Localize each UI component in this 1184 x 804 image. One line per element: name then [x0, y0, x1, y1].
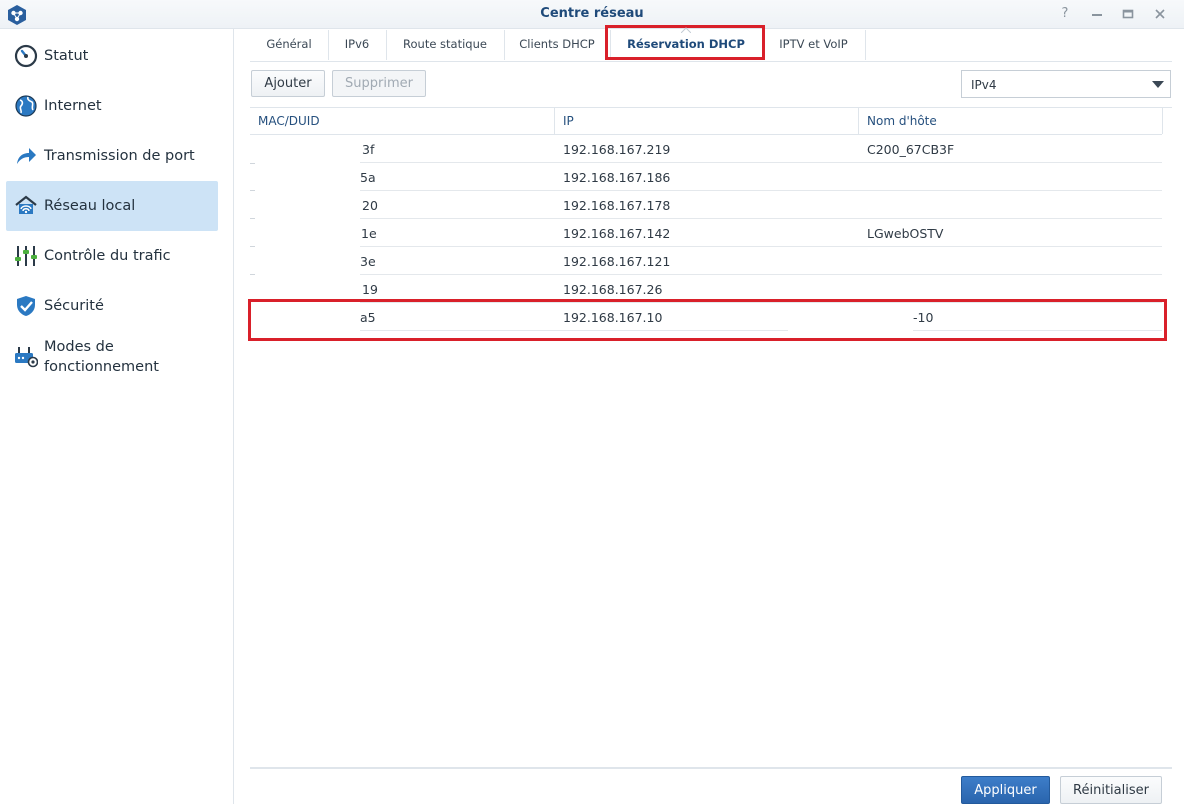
sidebar-item-label: Statut — [44, 48, 89, 64]
router-gear-icon — [15, 347, 38, 368]
sidebar-item-label: Transmission de port — [44, 148, 195, 164]
ip-version-select[interactable]: IPv4 — [961, 70, 1171, 98]
help-icon: ? — [1061, 6, 1069, 21]
window-title: Centre réseau — [540, 6, 644, 21]
cell-mac: 5a — [360, 170, 376, 185]
share-arrow-icon — [17, 148, 36, 164]
cell-ip: 192.168.167.186 — [563, 170, 671, 185]
tab-ipv6[interactable]: IPv6 — [328, 30, 387, 60]
reset-button[interactable]: Réinitialiser — [1060, 776, 1162, 804]
cell-hostname: C200_67CB3F — [867, 142, 955, 157]
tab-general[interactable]: Général — [250, 30, 329, 60]
sidebar-item-reseau-local[interactable]: Réseau local — [6, 181, 218, 231]
sidebar-item-modes-de-fonctionnement[interactable]: Modes de fonctionnement — [6, 331, 218, 387]
minimize-icon — [1092, 14, 1102, 16]
sidebar-item-label: Contrôle du trafic — [44, 248, 171, 264]
cell-ip: 192.168.167.178 — [563, 198, 671, 213]
cell-ip: 192.168.167.219 — [563, 142, 671, 157]
cell-ip: 192.168.167.26 — [563, 282, 663, 297]
tab-iptv-et-voip[interactable]: IPTV et VoIP — [762, 30, 866, 60]
sidebar-item-controle-du-trafic[interactable]: Contrôle du trafic — [6, 231, 218, 281]
sidebar-item-label: Réseau local — [44, 198, 136, 214]
help-button[interactable]: ? — [1054, 4, 1076, 24]
sidebar-item-statut[interactable]: Statut — [6, 31, 218, 81]
cell-ip: 192.168.167.142 — [563, 226, 671, 241]
shield-icon — [17, 296, 35, 316]
column-header-ip[interactable]: IP — [555, 108, 859, 134]
table-row[interactable]: 5a 192.168.167.186 — [250, 163, 1162, 191]
table-row[interactable]: 3e 192.168.167.121 — [250, 247, 1162, 275]
tab-route-statique[interactable]: Route statique — [386, 30, 505, 60]
column-header-mac[interactable]: MAC/DUID — [250, 108, 555, 134]
tab-pointer-icon — [681, 27, 691, 33]
table-row[interactable]: 20 192.168.167.178 — [250, 191, 1162, 219]
table-row[interactable]: 1e 192.168.167.142 LGwebOSTV — [250, 219, 1162, 247]
cell-mac: 3e — [360, 254, 376, 269]
cell-mac: 3f — [362, 142, 375, 157]
highlighted-row-outline — [248, 299, 1167, 341]
ip-version-value: IPv4 — [971, 78, 997, 92]
globe-icon — [15, 95, 37, 117]
sidebar: Statut Internet Transmission de port Rés… — [0, 29, 234, 804]
cell-hostname: LGwebOSTV — [867, 226, 944, 241]
sidebar-item-transmission-de-port[interactable]: Transmission de port — [6, 131, 218, 181]
cell-mac: 20 — [362, 198, 378, 213]
minimize-button[interactable] — [1086, 4, 1108, 24]
add-button[interactable]: Ajouter — [251, 70, 325, 97]
sidebar-item-label: Internet — [44, 98, 102, 114]
home-network-icon — [15, 195, 37, 214]
chevron-down-icon — [1152, 81, 1164, 88]
table-row[interactable]: 3f 192.168.167.219 C200_67CB3F — [250, 135, 1162, 164]
close-button[interactable] — [1149, 4, 1171, 24]
tab-clients-dhcp[interactable]: Clients DHCP — [504, 30, 611, 60]
cell-mac: 19 — [362, 282, 378, 297]
active-tab-highlight — [605, 25, 765, 60]
sliders-icon — [15, 246, 37, 266]
title-bar: Centre réseau ? — [0, 0, 1184, 29]
sidebar-item-internet[interactable]: Internet — [6, 81, 218, 131]
close-icon — [1155, 9, 1165, 19]
cell-mac: 1e — [361, 226, 377, 241]
apply-button[interactable]: Appliquer — [961, 776, 1050, 804]
sidebar-item-label-line1: Modes de — [44, 339, 114, 355]
column-header-hostname[interactable]: Nom d'hôte — [859, 108, 1163, 134]
sidebar-item-label: Sécurité — [44, 298, 104, 314]
cell-ip: 192.168.167.121 — [563, 254, 671, 269]
delete-button[interactable]: Supprimer — [332, 70, 426, 97]
maximize-button[interactable] — [1117, 4, 1139, 24]
maximize-icon — [1122, 9, 1134, 19]
footer-divider — [250, 767, 1172, 768]
gauge-icon — [14, 44, 38, 68]
reservation-table: MAC/DUID IP Nom d'hôte 3f 192.168.167.21… — [250, 107, 1172, 769]
sidebar-item-label-line2: fonctionnement — [44, 359, 159, 375]
sidebar-item-securite[interactable]: Sécurité — [6, 281, 218, 331]
